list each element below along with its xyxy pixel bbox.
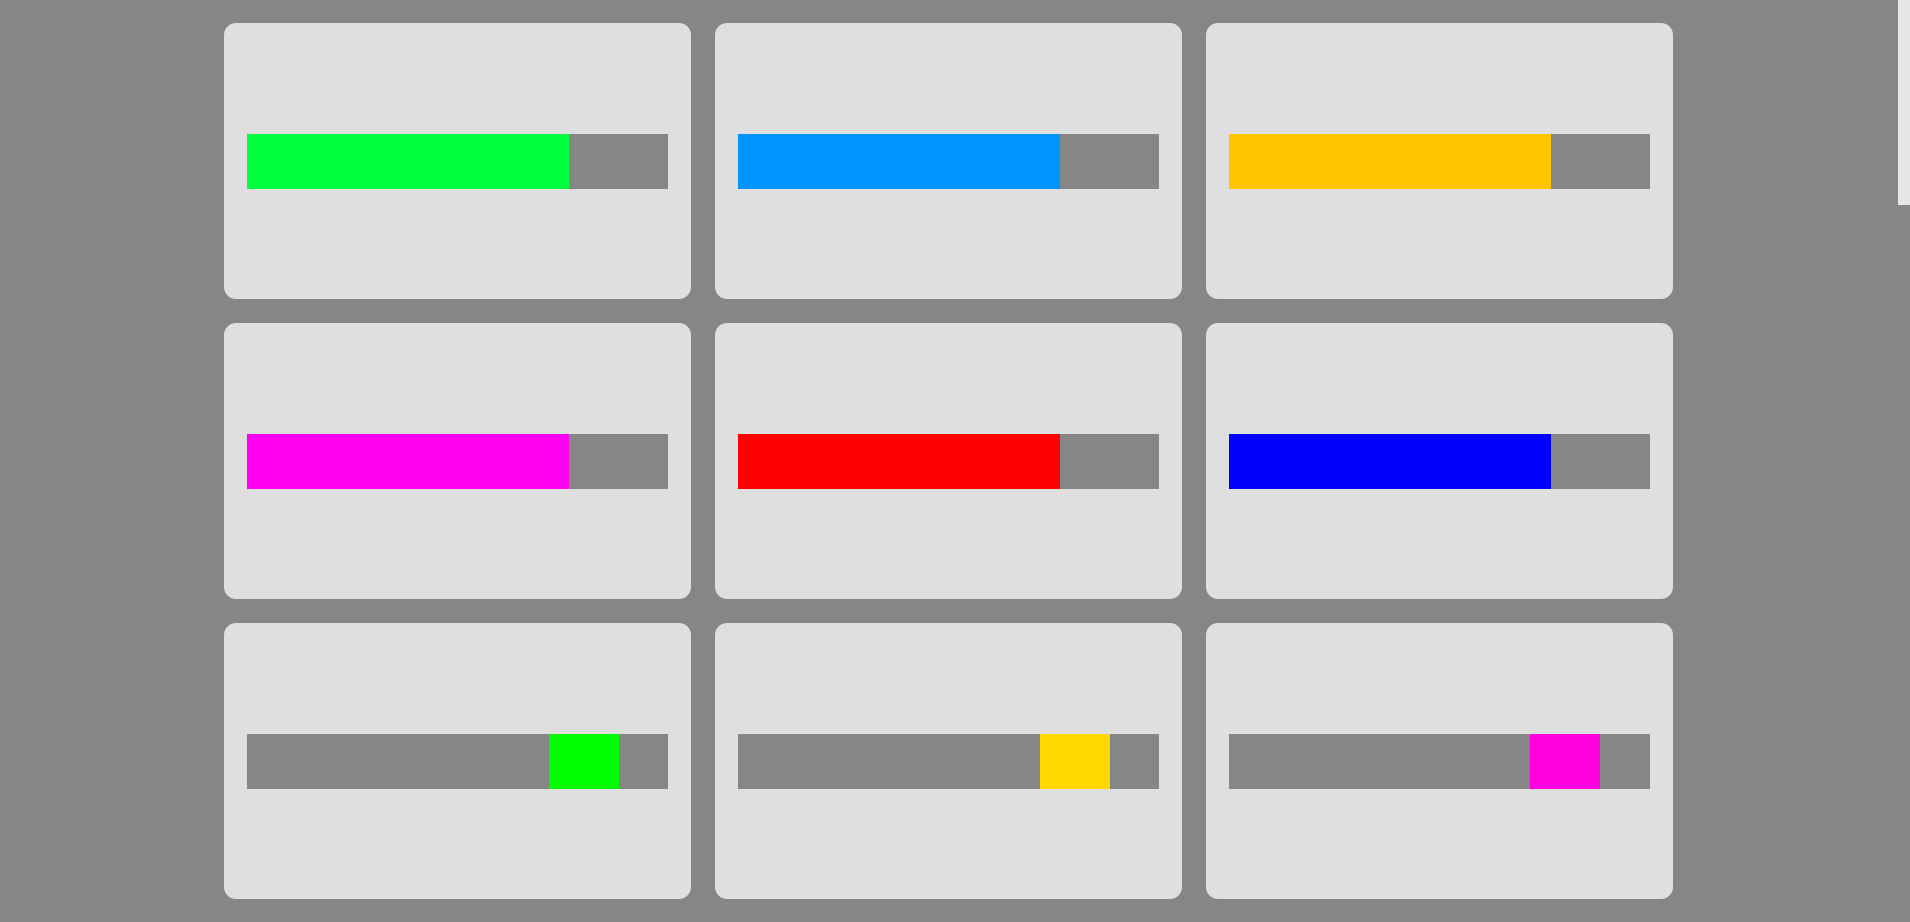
progress-track — [247, 734, 668, 789]
scrollbar-strip[interactable] — [1898, 0, 1910, 205]
progress-track — [738, 734, 1159, 789]
progress-indicator — [1040, 734, 1110, 789]
progress-fill — [247, 134, 570, 189]
indeterminate-progress-card — [224, 623, 691, 899]
indeterminate-progress-card — [715, 623, 1182, 899]
progress-fill — [1229, 434, 1552, 489]
progress-card — [715, 23, 1182, 299]
progress-track — [738, 134, 1159, 189]
progress-fill — [738, 134, 1061, 189]
progress-card — [1206, 323, 1673, 599]
progress-grid — [224, 23, 1673, 899]
progress-indicator — [549, 734, 619, 789]
progress-card — [715, 323, 1182, 599]
progress-card — [224, 23, 691, 299]
progress-card — [1206, 23, 1673, 299]
indeterminate-progress-card — [1206, 623, 1673, 899]
progress-track — [247, 434, 668, 489]
progress-fill — [1229, 134, 1552, 189]
progress-track — [738, 434, 1159, 489]
progress-indicator — [1530, 734, 1600, 789]
progress-track — [1229, 434, 1650, 489]
progress-fill — [247, 434, 570, 489]
progress-card — [224, 323, 691, 599]
progress-track — [247, 134, 668, 189]
progress-fill — [738, 434, 1061, 489]
progress-track — [1229, 734, 1650, 789]
progress-track — [1229, 134, 1650, 189]
